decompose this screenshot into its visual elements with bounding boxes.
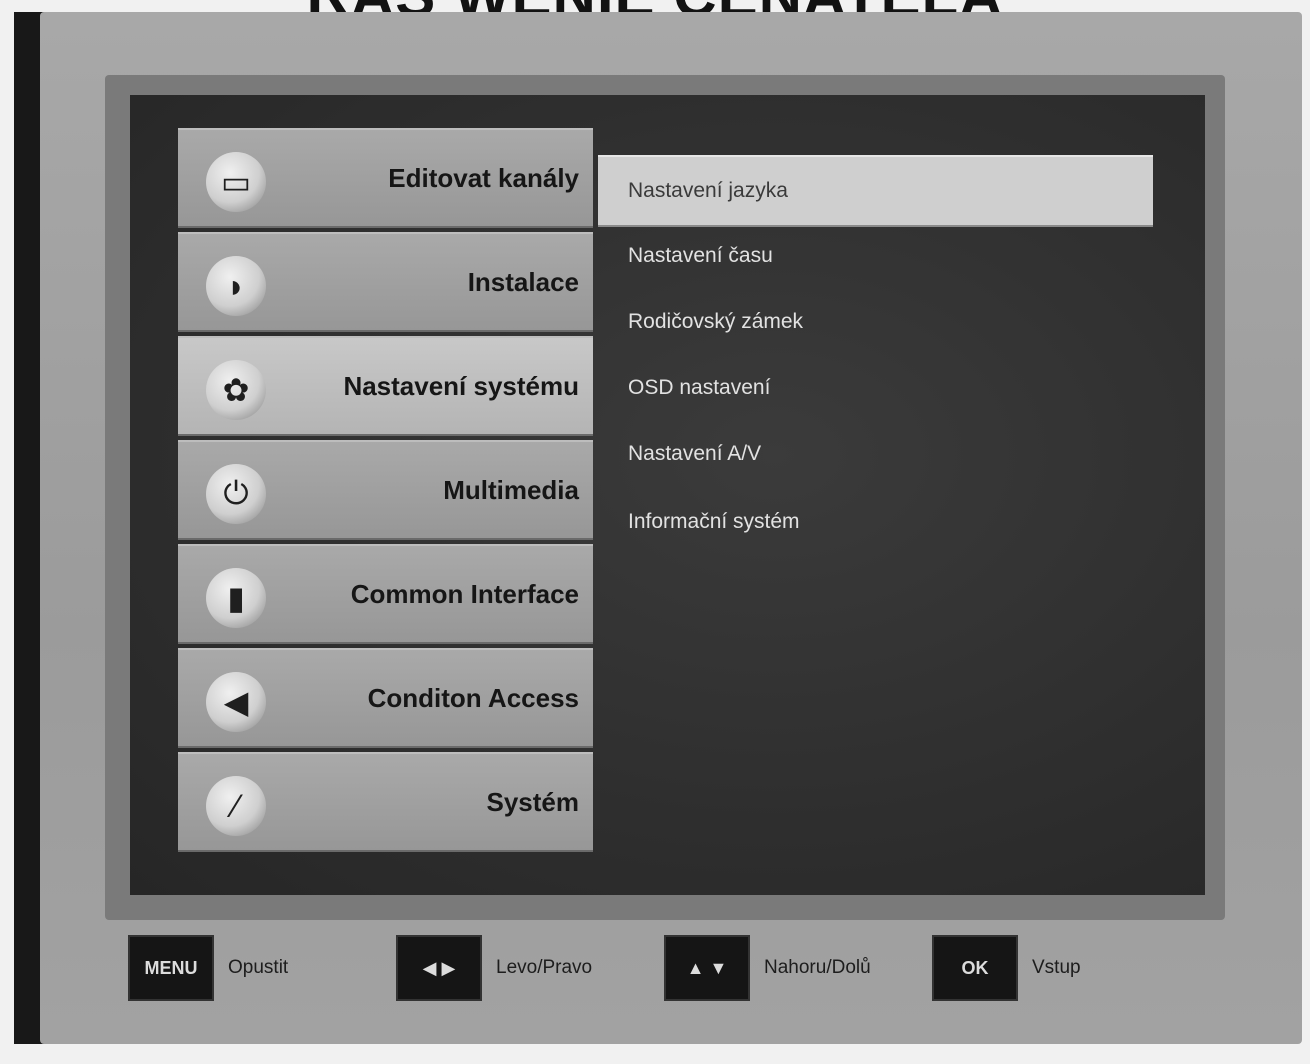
menu-item-label: Systém: [486, 786, 580, 817]
menu-item-label: Common Interface: [350, 578, 579, 609]
power-icon: ⏻: [206, 464, 266, 524]
settings-wheel-icon: ✿: [206, 360, 266, 420]
menu-item-common-interface[interactable]: ▮ Common Interface: [178, 544, 593, 644]
menu-item-installation[interactable]: ◗ Instalace: [178, 232, 593, 332]
menu-item-label: Instalace: [467, 266, 579, 297]
card-icon: ◀: [206, 672, 266, 732]
submenu-item-info[interactable]: Informační systém: [598, 489, 1153, 555]
menu-item-label: Multimedia: [443, 474, 579, 505]
menu-item-label: Nastavení systému: [343, 370, 579, 401]
left-right-key-hint: Levo/Pravo: [496, 957, 593, 978]
key-hints: MENU Opustit ◀ ▶ Levo/Pravo ▲ ▼ Nahoru/D…: [128, 935, 1228, 1015]
submenu-item-parental-lock[interactable]: Rodičovský zámek: [598, 289, 1153, 355]
submenu: Nastavení jazyka Nastavení času Rodičovs…: [598, 155, 1158, 885]
submenu-item-av[interactable]: Nastavení A/V: [598, 421, 1153, 487]
menu-key: MENU: [128, 935, 214, 1001]
menu-item-system-settings[interactable]: ✿ Nastavení systému: [178, 336, 593, 436]
menu-item-conditional-access[interactable]: ◀ Conditon Access: [178, 648, 593, 748]
menu-key-hint: Opustit: [228, 957, 289, 978]
satellite-dish-icon: ◗: [206, 256, 266, 316]
ok-key: OK: [932, 935, 1018, 1001]
submenu-item-time[interactable]: Nastavení času: [598, 223, 1153, 289]
menu-item-multimedia[interactable]: ⏻ Multimedia: [178, 440, 593, 540]
wrench-icon: ⁄: [206, 776, 266, 836]
menu-item-label: Conditon Access: [367, 682, 579, 713]
ci-module-icon: ▮: [206, 568, 266, 628]
up-down-key: ▲ ▼: [664, 935, 750, 1001]
submenu-item-language[interactable]: Nastavení jazyka: [598, 155, 1153, 227]
menu-item-label: Editovat kanály: [388, 162, 579, 193]
menu-item-edit-channels[interactable]: ▭ Editovat kanály: [178, 128, 593, 228]
menu-item-system[interactable]: ⁄ Systém: [178, 752, 593, 852]
left-right-key: ◀ ▶: [396, 935, 482, 1001]
up-down-key-hint: Nahoru/Dolů: [764, 957, 871, 978]
tv-icon: ▭: [206, 152, 266, 212]
ok-key-hint: Vstup: [1032, 957, 1081, 978]
submenu-item-osd[interactable]: OSD nastavení: [598, 355, 1153, 421]
